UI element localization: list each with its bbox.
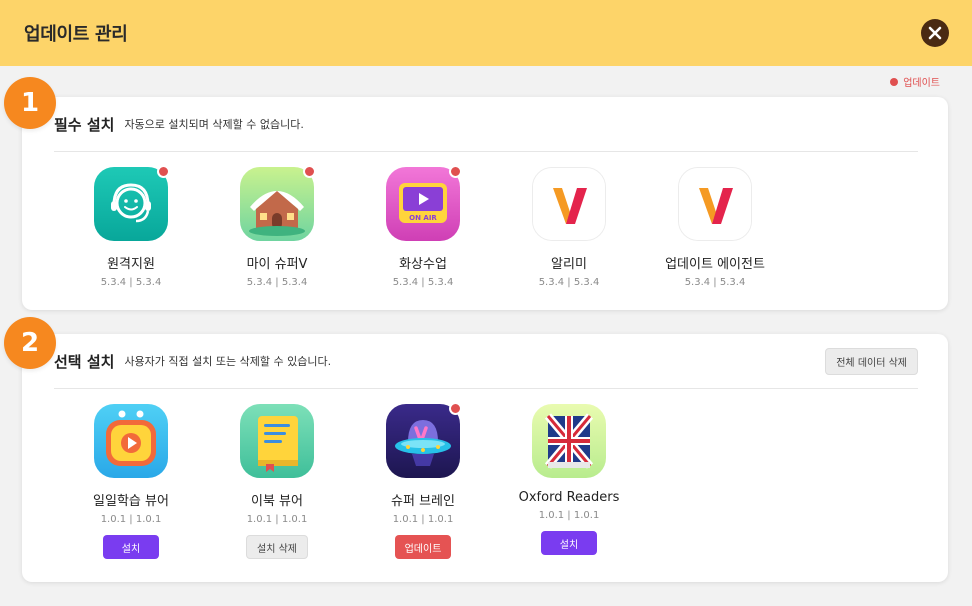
app-version: 5.3.4 | 5.3.4: [100, 277, 162, 288]
union-flag-book-icon: [532, 404, 606, 478]
section-header: 선택 설치 사용자가 직접 설치 또는 삭제할 수 있습니다. 전체 데이터 삭…: [54, 334, 918, 389]
app-item: 일일학습 뷰어 1.0.1 | 1.0.1 설치: [58, 404, 204, 559]
update-legend: 업데이트: [890, 74, 940, 89]
app-version: 1.0.1 | 1.0.1: [392, 514, 454, 525]
app-version: 1.0.1 | 1.0.1: [246, 514, 308, 525]
update-dot-icon: [449, 402, 462, 415]
app-item: 이북 뷰어 1.0.1 | 1.0.1 설치 삭제: [204, 404, 350, 559]
app-item[interactable]: 알리미 5.3.4 | 5.3.4: [496, 167, 642, 288]
app-name: 슈퍼 브레인: [391, 494, 455, 509]
app-item[interactable]: 마이 슈퍼V 5.3.4 | 5.3.4: [204, 165, 350, 288]
app-item[interactable]: 원격지원 5.3.4 | 5.3.4: [58, 165, 204, 288]
app-version: 1.0.1 | 1.0.1: [538, 510, 600, 521]
app-name: 알리미: [551, 257, 587, 272]
dialog-title: 업데이트 관리: [24, 24, 128, 45]
update-dot-icon: [449, 165, 462, 178]
app-version: 1.0.1 | 1.0.1: [100, 514, 162, 525]
app-name: 화상수업: [399, 257, 447, 272]
section-title: 필수 설치: [54, 115, 115, 134]
book-icon: [240, 404, 314, 478]
app-item: 슈퍼 브레인 1.0.1 | 1.0.1 업데이트: [350, 402, 496, 559]
section-description: 사용자가 직접 설치 또는 삭제할 수 있습니다.: [124, 355, 332, 368]
on-air-icon: ON AIR: [386, 167, 460, 241]
update-dot-icon: [303, 165, 316, 178]
svg-text:ON AIR: ON AIR: [409, 214, 437, 222]
house-icon: [240, 167, 314, 241]
optional-install-card: 선택 설치 사용자가 직접 설치 또는 삭제할 수 있습니다. 전체 데이터 삭…: [22, 334, 948, 582]
update-dot-icon: [157, 165, 170, 178]
app-name: 업데이트 에이전트: [665, 257, 765, 272]
app-item[interactable]: 업데이트 에이전트 5.3.4 | 5.3.4: [642, 167, 788, 288]
app-name: 이북 뷰어: [251, 494, 303, 509]
app-version: 5.3.4 | 5.3.4: [392, 277, 454, 288]
app-item: Oxford Readers 1.0.1 | 1.0.1 설치: [496, 404, 642, 559]
app-item[interactable]: ON AIR 화상수업 5.3.4 | 5.3.4: [350, 165, 496, 288]
section-title: 선택 설치: [54, 352, 115, 371]
app-name: 원격지원: [107, 257, 155, 272]
ufo-icon: [386, 404, 460, 478]
v-logo-icon: [678, 167, 752, 241]
legend-label: 업데이트: [903, 78, 940, 89]
dialog-header: 업데이트 관리: [0, 0, 972, 66]
install-button[interactable]: 설치: [103, 535, 159, 559]
install-button[interactable]: 설치: [541, 531, 597, 555]
section-header: 필수 설치 자동으로 설치되며 삭제할 수 없습니다.: [54, 97, 918, 152]
tv-play-icon: [94, 404, 168, 478]
close-button[interactable]: [921, 19, 949, 47]
headset-icon: [94, 167, 168, 241]
app-name: 마이 슈퍼V: [246, 257, 308, 272]
required-install-card: 필수 설치 자동으로 설치되며 삭제할 수 없습니다. 원격지원 5.3.4 |…: [22, 97, 948, 310]
app-name: Oxford Readers: [518, 490, 620, 505]
delete-all-data-button[interactable]: 전체 데이터 삭제: [825, 347, 918, 375]
section-description: 자동으로 설치되며 삭제할 수 없습니다.: [124, 118, 304, 131]
step-1-badge: 1: [4, 77, 56, 129]
app-version: 5.3.4 | 5.3.4: [246, 277, 308, 288]
app-name: 일일학습 뷰어: [93, 494, 169, 509]
app-list: 일일학습 뷰어 1.0.1 | 1.0.1 설치 이북 뷰어 1.0.1 | 1…: [58, 402, 642, 559]
app-version: 5.3.4 | 5.3.4: [684, 277, 746, 288]
update-button[interactable]: 업데이트: [394, 535, 452, 559]
v-logo-icon: [532, 167, 606, 241]
step-2-badge: 2: [4, 317, 56, 369]
uninstall-button[interactable]: 설치 삭제: [246, 535, 308, 559]
update-dot-icon: [890, 77, 899, 86]
app-list: 원격지원 5.3.4 | 5.3.4 마이 슈퍼V 5.3.4 | 5.3.4 …: [58, 165, 788, 288]
app-version: 5.3.4 | 5.3.4: [538, 277, 600, 288]
close-icon: [928, 26, 942, 40]
